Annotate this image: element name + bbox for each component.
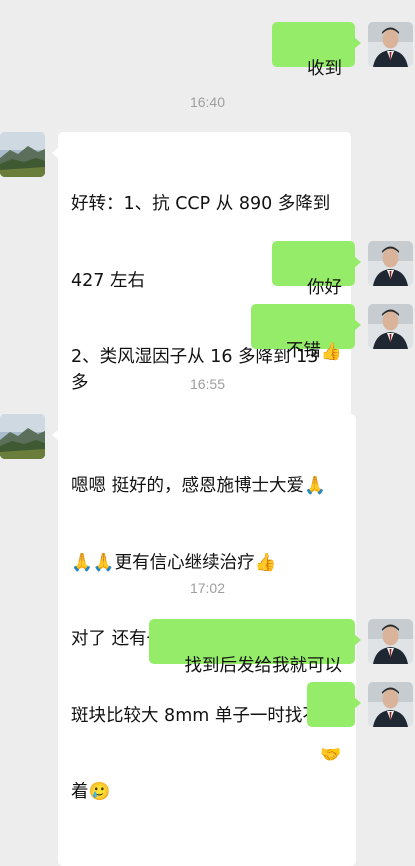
- user-avatar[interactable]: [368, 682, 413, 727]
- outgoing-message-bubble[interactable]: 🤝: [307, 682, 361, 765]
- user-avatar[interactable]: [368, 22, 413, 67]
- thumbs-up-icon: 👍: [320, 341, 342, 362]
- message-row: 收到: [0, 22, 415, 79]
- message-text: 收到: [307, 58, 342, 79]
- timestamp: 17:02: [189, 580, 226, 596]
- timestamp: 16:40: [189, 94, 226, 110]
- user-avatar[interactable]: [368, 619, 413, 664]
- outgoing-message-bubble[interactable]: 找到后发给我就可以: [149, 619, 361, 676]
- message-row: 好转：1、抗 CCP 从 890 多降到 427 左右 2、类风湿因子从 16 …: [0, 132, 415, 456]
- message-line: 着🥲: [71, 782, 111, 802]
- message-text: 你好: [307, 277, 342, 298]
- contact-avatar[interactable]: [0, 132, 45, 177]
- message-row: 嗯嗯 挺好的，感恩施博士大爱🙏 🙏🙏更有信心继续治疗👍 对了 还有一个超声波颈动…: [0, 414, 415, 866]
- mountain-landscape-avatar-icon: [0, 132, 45, 177]
- man-in-suit-avatar-icon: [368, 241, 413, 286]
- man-in-suit-avatar-icon: [368, 304, 413, 349]
- message-text: 不错: [285, 340, 321, 361]
- man-in-suit-avatar-icon: [368, 619, 413, 664]
- timestamp: 16:55: [189, 376, 226, 392]
- message-row: 🤝: [0, 682, 415, 765]
- man-in-suit-avatar-icon: [368, 22, 413, 67]
- outgoing-message-bubble[interactable]: 收到: [271, 22, 362, 79]
- message-line: 🙏🙏更有信心继续治疗👍: [71, 552, 277, 573]
- contact-avatar[interactable]: [0, 414, 45, 459]
- user-avatar[interactable]: [368, 241, 413, 286]
- message-row: 你好: [0, 241, 415, 298]
- message-line: 嗯嗯 挺好的，感恩施博士大爱🙏: [71, 476, 326, 496]
- handshake-icon: 🤝: [320, 745, 342, 765]
- outgoing-message-bubble[interactable]: 你好: [271, 241, 362, 298]
- message-line: 好转：1、抗 CCP 从 890 多降到: [71, 194, 331, 214]
- user-avatar[interactable]: [368, 304, 413, 349]
- message-text: 找到后发给我就可以: [184, 655, 343, 676]
- mountain-landscape-avatar-icon: [0, 414, 45, 459]
- message-row: 找到后发给我就可以: [0, 619, 415, 676]
- outgoing-message-bubble[interactable]: 不错👍: [250, 304, 362, 362]
- man-in-suit-avatar-icon: [368, 682, 413, 727]
- message-row: 不错👍: [0, 304, 415, 362]
